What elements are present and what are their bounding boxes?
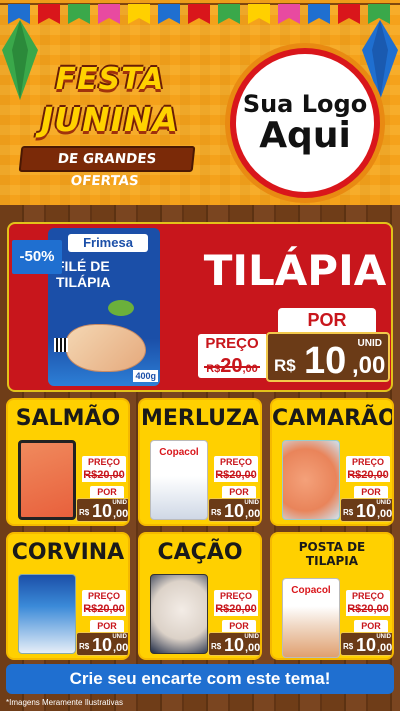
preco-label: PREÇO [346, 456, 390, 468]
price-unit: UNID [376, 500, 391, 506]
product-name: SALMÃO [15, 406, 121, 431]
price-unit: UNID [357, 338, 382, 349]
disclaimer-text: *Imagens Meramente Ilustrativas [6, 698, 123, 707]
price-dec: ,00 [377, 508, 393, 520]
price-currency: R$ [79, 508, 90, 517]
barcode-icon [54, 338, 68, 352]
price-unit: UNID [112, 500, 127, 506]
price-currency: R$ [274, 356, 296, 375]
product-name: CORVINA [11, 540, 125, 565]
preco-label: PREÇO [214, 456, 258, 468]
preco-label: PREÇO [82, 590, 126, 602]
price-int: 10 [356, 501, 377, 521]
por-label: POR [90, 620, 124, 632]
old-price: R$20,00 [346, 602, 390, 616]
product-name: CAMARÃO [272, 406, 394, 431]
corvina-package-image [18, 574, 76, 654]
product-card-camarao[interactable]: CAMARÃO PREÇO R$20,00 POR R$ 10,00 UNID [270, 398, 394, 526]
price-dec: ,00 [113, 508, 129, 520]
price-int: 10 [224, 635, 245, 655]
por-label: POR [222, 620, 256, 632]
price-unit: UNID [112, 634, 127, 640]
title-line-2: JUNINA [40, 100, 180, 139]
hero-old-price: R$20,00 [198, 354, 266, 378]
new-price: R$ 10,00 UNID [340, 498, 393, 522]
new-price: R$ 10,00 UNID [76, 632, 129, 656]
price-dec: ,00 [245, 508, 261, 520]
price-int: 10 [92, 635, 113, 655]
por-label: POR [354, 486, 388, 498]
price-currency: R$ [79, 642, 90, 651]
por-label: POR [90, 486, 124, 498]
price-int: 10 [92, 501, 113, 521]
salmon-image [18, 440, 76, 520]
price-unit: UNID [244, 634, 259, 640]
hero-brand-label: Frimesa [68, 234, 148, 252]
price-currency: R$ [211, 642, 222, 651]
hero-package-name: FILÉ DE TILÁPIA [56, 258, 111, 290]
preco-label: PREÇO [346, 590, 390, 602]
old-price: R$20,00 [214, 602, 258, 616]
price-unit: UNID [244, 500, 259, 506]
logo-text-line-2: Aqui [259, 114, 351, 156]
posta-tilapia-package-image: Copacol [282, 578, 340, 658]
old-price-currency: R$ [206, 363, 221, 375]
create-flyer-button[interactable]: Crie seu encarte com este tema! [6, 664, 394, 694]
hero-por-label: POR [278, 308, 376, 332]
hero-product-image: Frimesa FILÉ DE TILÁPIA 400g [48, 228, 160, 386]
hero-product-title: TILÁPIA [203, 246, 387, 295]
product-card-merluza[interactable]: MERLUZA Copacol PREÇO R$20,00 POR R$ 10,0… [138, 398, 262, 526]
old-price: R$20,00 [214, 468, 258, 482]
bunting-flags-decoration [0, 3, 400, 24]
package-weight: 400g [133, 370, 158, 382]
por-label: POR [354, 620, 388, 632]
product-card-cacao[interactable]: CAÇÃO PREÇO R$20,00 POR R$ 10,00 UNID [138, 532, 262, 660]
price-dec: ,00 [245, 642, 261, 654]
price-int: 10 [356, 635, 377, 655]
por-label: POR [222, 486, 256, 498]
price-currency: R$ [211, 508, 222, 517]
product-card-salmao[interactable]: SALMÃO PREÇO R$20,00 POR R$ 10,00 UNID [6, 398, 130, 526]
preco-label: PREÇO [214, 590, 258, 602]
new-price: R$ 10,00 UNID [340, 632, 393, 656]
product-name: MERLUZA [141, 406, 259, 431]
old-price: R$20,00 [82, 602, 126, 616]
price-int: 10 [304, 340, 347, 382]
hero-preco-label: PREÇO [198, 334, 266, 354]
price-currency: R$ [343, 642, 354, 651]
shrimp-package-image [282, 440, 340, 520]
fish-fillet-illustration [66, 324, 146, 372]
copacol-brand-label: Copacol [159, 447, 199, 458]
price-int: 10 [224, 501, 245, 521]
old-price: R$20,00 [82, 468, 126, 482]
cacao-package-image [150, 574, 208, 654]
new-price: R$ 10,00 UNID [208, 632, 261, 656]
product-name: CAÇÃO [157, 540, 243, 565]
hero-new-price: R$ 10 ,00 UNID [266, 332, 390, 382]
product-name: POSTA DE TILAPIA [298, 540, 366, 568]
price-dec: ,00 [377, 642, 393, 654]
product-card-corvina[interactable]: CORVINA PREÇO R$20,00 POR R$ 10,00 UNID [6, 532, 130, 660]
new-price: R$ 10,00 UNID [76, 498, 129, 522]
herb-garnish [108, 300, 134, 316]
title-line-1: FESTA [55, 62, 165, 97]
product-card-posta-tilapia[interactable]: POSTA DE TILAPIA Copacol PREÇO R$20,00 P… [270, 532, 394, 660]
discount-badge: -50% [12, 240, 62, 274]
copacol-brand-label: Copacol [291, 585, 331, 596]
logo-text-line-1: Sua Logo [242, 89, 368, 118]
old-price-dec: ,00 [242, 363, 258, 375]
logo-placeholder[interactable]: Sua Logo Aqui [230, 48, 380, 198]
old-price: R$20,00 [346, 468, 390, 482]
old-price-int: 20 [220, 355, 243, 377]
new-price: R$ 10,00 UNID [208, 498, 261, 522]
subtitle-banner: DE GRANDES OFERTAS [18, 146, 196, 189]
preco-label: PREÇO [82, 456, 126, 468]
price-unit: UNID [376, 634, 391, 640]
merluza-package-image: Copacol [150, 440, 208, 520]
price-dec: ,00 [352, 352, 386, 379]
price-currency: R$ [343, 508, 354, 517]
price-dec: ,00 [113, 642, 129, 654]
